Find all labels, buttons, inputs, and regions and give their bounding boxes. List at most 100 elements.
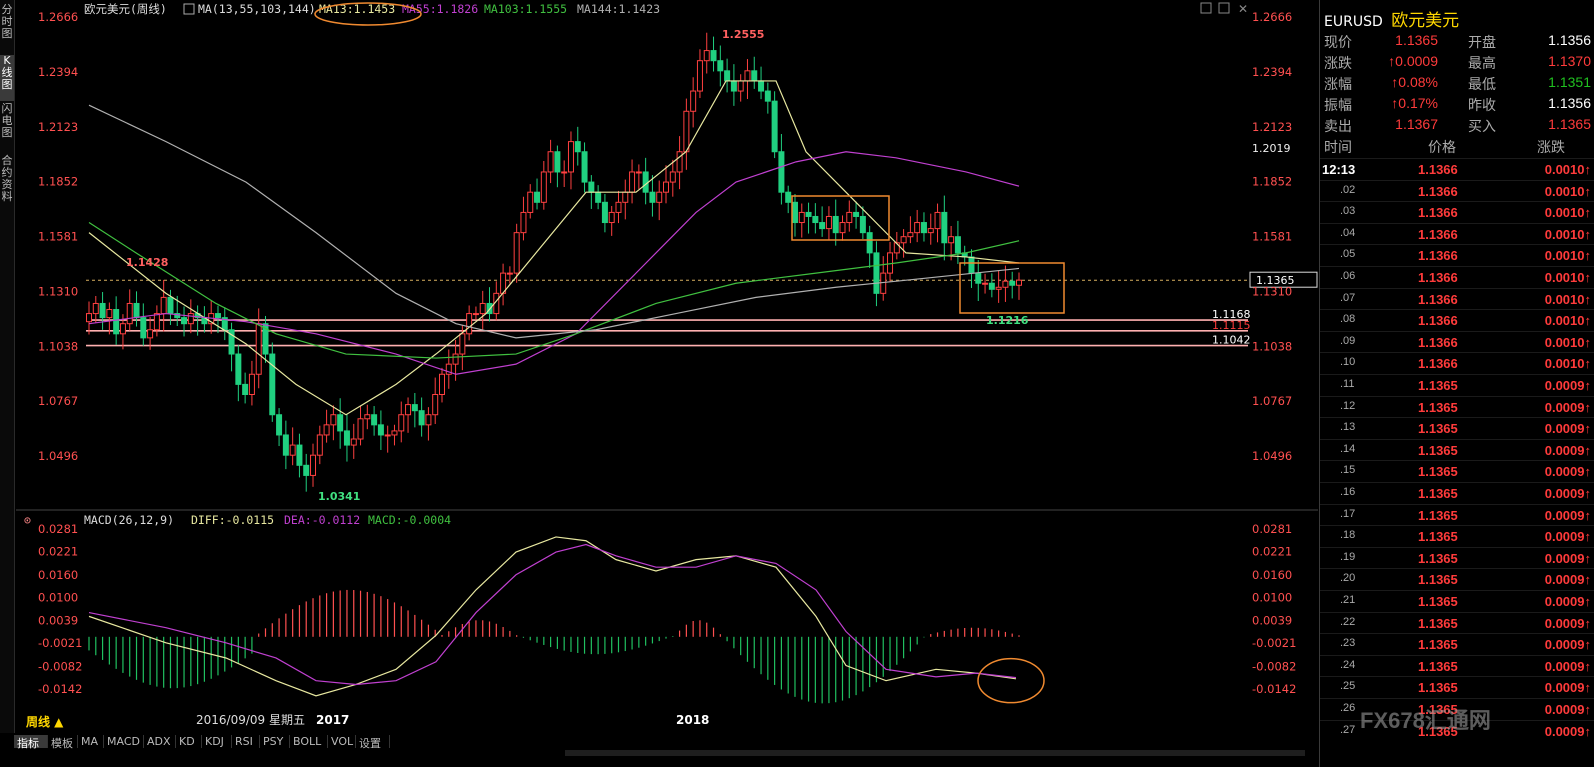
tick-change: 0.0010↑: [1544, 291, 1591, 307]
indicator-tab-3[interactable]: MACD: [104, 735, 144, 748]
tick-time: .18: [1340, 529, 1356, 542]
quote-value: 1.1367: [1395, 116, 1438, 132]
ma-settings-icon[interactable]: [183, 3, 195, 15]
left-tab-2[interactable]: 闪电图: [0, 103, 14, 153]
candle-body: [113, 309, 120, 335]
tick-time: .07: [1340, 291, 1356, 304]
tick-row: .21 1.1365 0.0009↑: [1320, 590, 1594, 613]
tick-price: 1.1365: [1418, 442, 1458, 458]
candle-body: [133, 302, 140, 319]
candle-body: [520, 211, 527, 234]
tick-change: 0.0010↑: [1544, 313, 1591, 329]
right-y-tick: 1.1852: [1252, 175, 1292, 189]
candle-body: [954, 236, 961, 254]
indicator-tab-7[interactable]: RSI: [232, 735, 260, 748]
restore-icon[interactable]: [1200, 2, 1212, 14]
tick-row: .05 1.1366 0.0010↑: [1320, 244, 1594, 267]
watermark-logo: FX678汇通网: [1360, 708, 1491, 733]
tick-row: .25 1.1365 0.0009↑: [1320, 676, 1594, 699]
quote-row: 现价 1.1365 开盘 1.1356: [1320, 30, 1594, 51]
tick-price: 1.1366: [1418, 162, 1458, 177]
indicator-tab-5[interactable]: KD: [176, 735, 202, 748]
indicator-tab-4[interactable]: ADX: [144, 735, 176, 748]
macd-left-tick: -0.0021: [38, 636, 82, 650]
left-y-tick: 1.0496: [38, 449, 78, 463]
tick-price: 1.1365: [1418, 507, 1458, 523]
candle-body: [798, 211, 805, 224]
tick-time: .06: [1340, 270, 1356, 282]
candle-body: [907, 232, 914, 238]
tick-price: 1.1366: [1418, 270, 1458, 285]
quote-label: 涨跌: [1324, 55, 1352, 71]
horizontal-scrollbar[interactable]: [565, 750, 1305, 756]
candle-body: [214, 313, 221, 319]
macd-settings-icon[interactable]: ⊙: [24, 513, 31, 527]
date-label: 2016/09/09 星期五: [196, 713, 305, 727]
left-y-tick: 1.1852: [38, 175, 78, 189]
quote-label: 卖出: [1324, 118, 1352, 134]
tick-time: .14: [1340, 442, 1356, 455]
candle-body: [941, 211, 948, 244]
tick-price: 1.1365: [1418, 378, 1458, 393]
tick-time: .23: [1340, 637, 1356, 650]
left-y-tick: 1.0767: [38, 394, 78, 408]
candle-body: [411, 404, 418, 412]
candle-body: [839, 222, 846, 234]
candle-body: [432, 393, 439, 416]
quote-label: 买入: [1468, 118, 1496, 134]
tick-change: 0.0010↑: [1544, 162, 1591, 177]
candle-body: [472, 313, 479, 316]
tick-price: 1.1365: [1418, 464, 1458, 480]
quote-label: 最低: [1468, 76, 1496, 92]
candle-body: [160, 296, 167, 315]
indicator-tab-8[interactable]: PSY: [260, 735, 290, 748]
tick-row: .08 1.1366 0.0010↑: [1320, 309, 1594, 332]
candle-body: [92, 302, 99, 315]
close-icon[interactable]: ✕: [1238, 2, 1248, 16]
candle-body: [391, 430, 398, 436]
quote-row: 涨幅 ↑0.08% 最低 1.1351: [1320, 72, 1594, 93]
right-y-tick: 1.0767: [1252, 394, 1292, 408]
tick-change: 0.0010↑: [1544, 248, 1591, 264]
chart-title: 欧元美元(周线): [84, 2, 167, 16]
tick-change: 0.0009↑: [1544, 378, 1591, 393]
macd-diff: DIFF:-0.0115: [191, 513, 274, 527]
indicator-tab-9[interactable]: BOLL: [290, 735, 328, 748]
candle-body: [615, 201, 622, 213]
candle-body: [649, 191, 656, 203]
candle-body: [99, 302, 106, 319]
candle-body: [438, 373, 445, 395]
chart-canvas[interactable]: 欧元美元(周线) MA(13,55,103,144) MA13:1.1453 M…: [16, 0, 1318, 735]
quote-value: ↑0.17%: [1391, 95, 1438, 111]
candle-body: [927, 228, 934, 234]
ma13-line: [88, 80, 1020, 416]
indicator-tab-11[interactable]: 设置: [356, 735, 390, 750]
tick-header-price: 价格: [1428, 139, 1456, 155]
candle-body: [547, 151, 554, 173]
right-y-tick: 1.0496: [1252, 449, 1292, 463]
macd-label: MACD(26,12,9): [84, 513, 174, 527]
indicator-tab-6[interactable]: KDJ: [202, 735, 232, 748]
candle-body: [866, 232, 873, 254]
tick-header: 时间 价格 涨跌: [1320, 135, 1594, 156]
indicator-tab-1[interactable]: 模板: [48, 735, 78, 750]
right-y-tick: 1.1310: [1252, 284, 1292, 298]
candle-body: [425, 414, 432, 426]
candle-body: [1016, 279, 1022, 286]
candle-body: [405, 404, 412, 416]
maximize-icon[interactable]: [1218, 2, 1230, 14]
right-y-tick: 1.1038: [1252, 339, 1292, 353]
left-tab-3[interactable]: 合约资料: [0, 155, 14, 211]
indicator-tab-2[interactable]: MA: [78, 735, 104, 748]
period-label[interactable]: 周线 ▲: [26, 714, 64, 729]
tick-price: 1.1365: [1418, 399, 1458, 415]
left-tab-1[interactable]: K线图: [0, 55, 14, 101]
macd-right-tick: 0.0160: [1252, 568, 1292, 582]
left-tab-0[interactable]: 分时图: [0, 4, 14, 52]
tick-change: 0.0009↑: [1544, 572, 1591, 588]
indicator-tab-10[interactable]: VOL: [328, 735, 356, 748]
candle-body: [703, 50, 710, 62]
tick-row: .07 1.1366 0.0010↑: [1320, 287, 1594, 311]
candle-body: [730, 80, 737, 92]
indicator-tab-0[interactable]: 指标: [14, 735, 48, 750]
